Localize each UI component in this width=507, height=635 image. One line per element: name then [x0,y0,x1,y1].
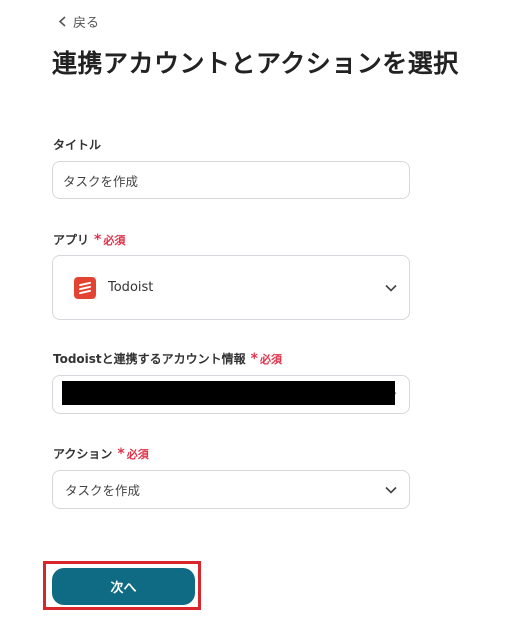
action-select[interactable]: タスクを作成 [52,470,410,509]
redacted-account-info [62,381,395,405]
chevron-down-icon [385,486,397,494]
app-field-label: アプリ * 必須 [53,231,125,248]
required-text: 必須 [126,447,149,461]
todoist-logo-icon [74,276,96,299]
asterisk-icon: * [117,445,125,462]
title-input-wrapper [52,161,410,199]
action-field-label: アクション * 必須 [53,445,149,462]
app-select-value: Todoist [108,280,154,295]
chevron-down-icon [385,284,397,292]
required-indicator: * 必須 [94,232,125,248]
asterisk-icon: * [94,231,102,248]
action-label-text: アクション [53,447,113,461]
back-label: 戻る [73,16,100,31]
back-link[interactable]: 戻る [58,12,99,31]
required-text: 必須 [103,233,126,247]
app-select[interactable]: Todoist [52,255,410,320]
required-indicator: * 必須 [117,446,148,462]
title-input[interactable] [53,162,409,198]
next-button[interactable]: 次へ [52,568,195,605]
action-select-value: タスクを作成 [65,483,141,498]
app-label-text: アプリ [53,233,90,247]
asterisk-icon: * [250,350,258,367]
account-label-text: Todoistと連携するアカウント情報 [53,352,246,366]
title-field-label: タイトル [53,136,101,153]
title-label-text: タイトル [53,138,102,152]
account-field-label: Todoistと連携するアカウント情報 * 必須 [53,350,282,367]
required-text: 必須 [260,352,282,366]
chevron-left-icon [58,16,66,27]
page-title: 連携アカウントとアクションを選択 [52,49,459,78]
required-indicator: * 必須 [251,351,282,367]
